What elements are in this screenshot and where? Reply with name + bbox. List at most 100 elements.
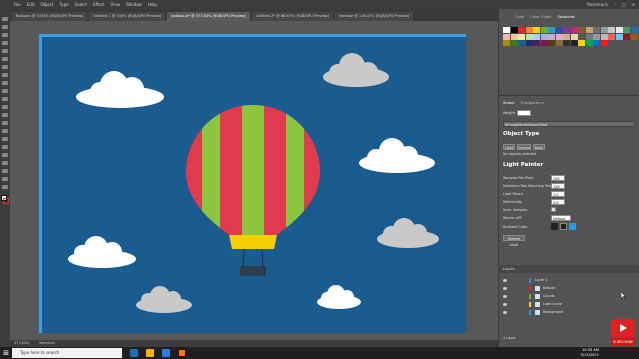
tab-color[interactable]: Color (515, 13, 524, 21)
swatch-14[interactable] (608, 27, 615, 33)
zoom-level[interactable]: 377.83% (14, 340, 29, 347)
tab-color-guide[interactable]: Color Guide (530, 13, 551, 21)
paintbrush-tool-icon[interactable] (2, 81, 8, 85)
zoom-tool-icon[interactable] (2, 185, 8, 189)
light-button[interactable]: Light (503, 144, 515, 150)
artboard-tool-icon[interactable] (2, 169, 8, 173)
swatch-13[interactable] (600, 27, 608, 33)
swatch-37[interactable] (510, 40, 518, 46)
menu-effect[interactable]: Effect (93, 0, 105, 9)
magic-wand-tool-icon[interactable] (2, 33, 8, 37)
tab-vandoor[interactable]: Vandoor @ 116.33% (RGB/GPU Preview) (334, 12, 414, 21)
task-view-icon[interactable] (130, 349, 138, 357)
swatch-38[interactable] (518, 40, 525, 46)
illustrator-icon[interactable] (178, 349, 186, 357)
eraser-tool-icon[interactable] (2, 97, 8, 101)
menu-select[interactable]: Select (75, 0, 87, 9)
swatch-43[interactable] (555, 40, 563, 46)
field-input-samples[interactable]: 256 (551, 175, 565, 181)
tab-untitled-3[interactable]: Untitled-3* @ 66.67% (RGB/GPU Preview) (252, 12, 333, 21)
type-tool-icon[interactable] (2, 57, 8, 61)
ambient-color-swatch-blue[interactable] (569, 223, 576, 230)
mesh-button[interactable]: Mesh (533, 144, 545, 150)
swatch-33[interactable] (615, 33, 623, 40)
visibility-eye-icon[interactable] (503, 311, 507, 314)
field-input-light-reach[interactable]: 1.0 (551, 191, 565, 197)
windows-start-icon[interactable]: ⊞ (0, 347, 12, 359)
camera-button[interactable]: Camera (517, 144, 531, 150)
layer-row[interactable]: Clouds (499, 293, 639, 300)
visibility-eye-icon[interactable] (503, 287, 507, 290)
menu-help[interactable]: Help (148, 0, 157, 9)
field-input-reflectivity[interactable]: 0.0 (551, 199, 565, 205)
pen-tool-icon[interactable] (2, 41, 8, 45)
minimize-icon[interactable]: – (614, 0, 616, 9)
swatch-21[interactable] (525, 33, 533, 40)
swatch-18[interactable] (503, 33, 510, 40)
swatch-40[interactable] (533, 40, 540, 46)
swatch-3[interactable] (525, 27, 533, 33)
swatch-45[interactable] (570, 40, 578, 46)
swatch-11[interactable] (585, 27, 593, 33)
menu-view[interactable]: View (111, 0, 121, 9)
swatch-15[interactable] (615, 27, 623, 33)
artboard[interactable] (42, 37, 466, 333)
close-icon[interactable]: ✕ (632, 0, 635, 9)
swatch-27[interactable] (570, 33, 578, 40)
plugin-search-field[interactable]: BitmapRenderBased/Tool (503, 121, 635, 127)
file-explorer-icon[interactable] (146, 349, 154, 357)
tab-balloon-active[interactable]: balloon.ai* @ 377.83% (RGB/GPU Preview) (167, 12, 251, 21)
swatch-16[interactable] (623, 27, 630, 33)
menu-edit[interactable]: Edit (27, 0, 35, 9)
swatch-34[interactable] (623, 33, 630, 40)
swatch-8[interactable] (563, 27, 570, 33)
swatch-23[interactable] (540, 33, 548, 40)
swatch-46[interactable] (578, 40, 585, 46)
layer-row[interactable]: Balloon (499, 285, 639, 292)
direct-selection-tool-icon[interactable] (2, 25, 8, 29)
taskbar-clock[interactable]: 10:33 AM 5/15/2021 (581, 348, 599, 358)
curvature-tool-icon[interactable] (2, 49, 8, 53)
layers-panel-header[interactable]: Layers (499, 265, 639, 273)
layer-row[interactable]: Background (499, 309, 639, 316)
swatch-25[interactable] (555, 33, 563, 40)
menu-file[interactable]: File (14, 0, 21, 9)
width-tool-icon[interactable] (2, 121, 8, 125)
ambient-color-swatch[interactable] (560, 223, 567, 230)
menu-window[interactable]: Window (126, 0, 142, 9)
hand-tool-icon[interactable] (2, 177, 8, 181)
swatch-20[interactable] (518, 33, 525, 40)
user-name[interactable]: Rosemaris (587, 0, 608, 9)
swatch-17[interactable] (630, 27, 638, 33)
scale-tool-icon[interactable] (2, 113, 8, 117)
render-api-select[interactable]: Default (551, 215, 571, 221)
eyedropper-tool-icon[interactable] (2, 153, 8, 157)
swatch-42[interactable] (548, 40, 555, 46)
swatch-0[interactable] (503, 27, 510, 33)
swatch-9[interactable] (570, 27, 578, 33)
ambient-color-swatch-dark[interactable] (551, 223, 558, 230)
maximize-icon[interactable]: □ (622, 0, 626, 9)
swatch-2[interactable] (518, 27, 525, 33)
rotate-tool-icon[interactable] (2, 105, 8, 109)
tab-balloons[interactable]: Balloons @ 3333% (RGB/GPU Preview) (12, 12, 88, 21)
swatch-44[interactable] (563, 40, 570, 46)
swatch-49[interactable] (600, 40, 608, 46)
menu-type[interactable]: Type (59, 0, 68, 9)
gradient-tool-icon[interactable] (2, 145, 8, 149)
refresh-level-button[interactable]: Refresh Level (503, 235, 525, 247)
tab-stroke[interactable]: Stroke (503, 99, 514, 107)
swatch-29[interactable] (585, 33, 593, 40)
swatch-10[interactable] (578, 27, 585, 33)
inner-samples-checkbox[interactable] (551, 207, 556, 212)
visibility-eye-icon[interactable] (503, 295, 507, 298)
swatch-35[interactable] (630, 33, 638, 40)
swatch-5[interactable] (540, 27, 548, 33)
taskbar-search-input[interactable]: Type here to search (12, 348, 122, 358)
swatch-19[interactable] (510, 33, 518, 40)
weight-input[interactable] (517, 110, 531, 116)
menu-object[interactable]: Object (40, 0, 53, 9)
selection-tool-icon[interactable] (2, 17, 8, 21)
blend-tool-icon[interactable] (2, 161, 8, 165)
tab-swatches[interactable]: Swatches (557, 13, 574, 21)
